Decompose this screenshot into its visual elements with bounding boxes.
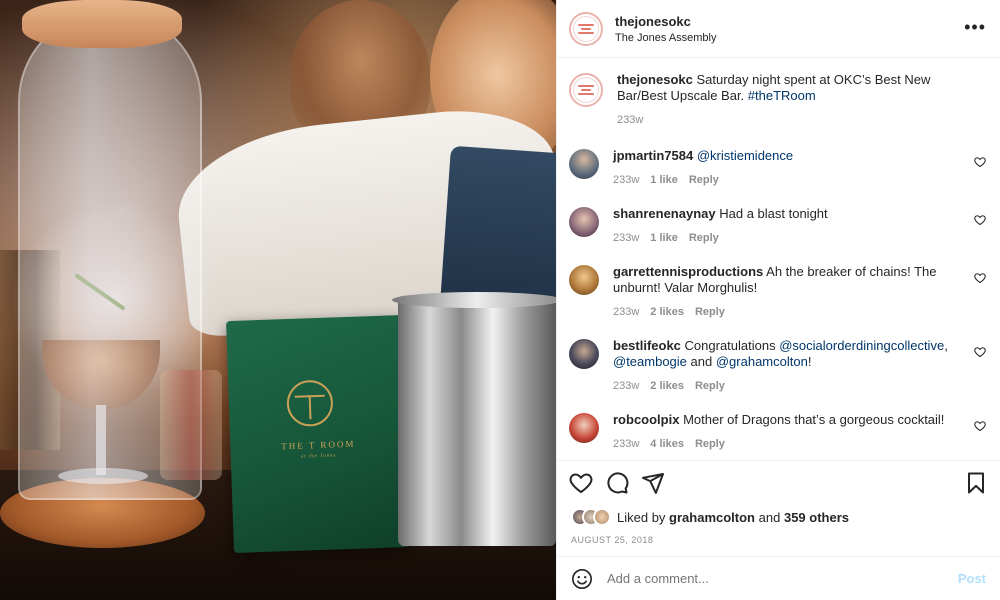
liked-by-prefix: Liked by — [617, 509, 666, 525]
instagram-post-modal: THE T ROOM at the Jones thejonesokc The … — [0, 0, 1000, 600]
comment-body: robcoolpix Mother of Dragons that’s a go… — [613, 412, 963, 452]
jones-logo — [573, 77, 599, 103]
spice-jar — [160, 370, 222, 480]
post-location[interactable]: The Jones Assembly — [615, 32, 717, 44]
emoji-icon[interactable] — [571, 568, 593, 590]
comment-item: bestlifeokc Congratulations @socialorder… — [569, 338, 988, 394]
comment-username[interactable]: bestlifeokc — [613, 338, 681, 353]
menu-subtitle: at the Jones — [301, 453, 337, 460]
comment-body: jpmartin7584 @kristiemidence 233w 1 like… — [613, 148, 963, 188]
caption-body: thejonesokc Saturday night spent at OKC’… — [617, 72, 967, 128]
caption-avatar[interactable] — [569, 73, 603, 107]
commenter-avatar[interactable] — [569, 413, 599, 443]
comment-username[interactable]: shanrenenaynay — [613, 206, 716, 221]
comment-item: robcoolpix Mother of Dragons that’s a go… — [569, 412, 988, 452]
comment-username[interactable]: jpmartin7584 — [613, 148, 693, 163]
comment-time[interactable]: 233w — [613, 378, 639, 394]
ice-bucket — [398, 296, 556, 546]
reply-button[interactable]: Reply — [695, 304, 725, 320]
comment-icon[interactable] — [605, 471, 629, 495]
comment-like-heart-icon[interactable] — [974, 272, 986, 284]
comment-like-heart-icon[interactable] — [974, 346, 986, 358]
comment-mention[interactable]: @grahamcolton — [716, 354, 808, 369]
caption-username[interactable]: thejonesokc — [617, 72, 693, 87]
comment-likes[interactable]: 2 likes — [650, 304, 684, 320]
comment-meta: 233w 1 like Reply — [613, 172, 963, 188]
comment-body: shanrenenaynay Had a blast tonight 233w … — [613, 206, 963, 246]
comment-like-heart-icon[interactable] — [974, 420, 986, 432]
liked-by-user[interactable]: grahamcolton — [669, 510, 755, 525]
bookmark-icon[interactable] — [964, 471, 988, 495]
comment-item: jpmartin7584 @kristiemidence 233w 1 like… — [569, 148, 988, 188]
post-side-panel: thejonesokc The Jones Assembly ••• thejo… — [556, 0, 1000, 600]
comment-mention[interactable]: @teambogie — [613, 354, 687, 369]
comment-punct: , — [944, 338, 948, 353]
comment-time[interactable]: 233w — [613, 230, 639, 246]
comment-end: ! — [807, 354, 812, 369]
account-avatar[interactable] — [569, 11, 603, 46]
comment-and: and — [690, 354, 713, 369]
jones-logo — [573, 15, 599, 42]
comment-body: garrettennisproductions Ah the breaker o… — [613, 264, 963, 320]
comment-time[interactable]: 233w — [613, 172, 639, 188]
comment-username[interactable]: robcoolpix — [613, 412, 679, 427]
header-text: thejonesokc The Jones Assembly — [615, 14, 717, 44]
comment-username[interactable]: garrettennisproductions — [613, 264, 763, 279]
comments-list: thejonesokc Saturday night spent at OKC’… — [557, 58, 1000, 460]
comment-input[interactable] — [607, 571, 958, 586]
comment-text: Congratulations — [684, 338, 776, 353]
comment-text: Mother of Dragons that’s a gorgeous cock… — [683, 412, 945, 427]
comment-mention[interactable]: @socialorderdiningcollective — [779, 338, 944, 353]
commenter-avatar[interactable] — [569, 339, 599, 369]
comment-likes[interactable]: 4 likes — [650, 436, 684, 452]
comment-meta: 233w 4 likes Reply — [613, 436, 963, 452]
bartender-hand — [22, 0, 182, 48]
caption-time[interactable]: 233w — [617, 112, 643, 128]
comment-like-heart-icon[interactable] — [974, 156, 986, 168]
comment-meta: 233w 2 likes Reply — [613, 378, 963, 394]
bar-menu-book: THE T ROOM at the Jones — [226, 314, 410, 554]
comment-like-heart-icon[interactable] — [974, 214, 986, 226]
post-actions — [557, 460, 1000, 504]
post-date[interactable]: AUGUST 25, 2018 — [557, 530, 1000, 550]
ice-bucket-rim — [392, 292, 556, 308]
t-room-emblem — [286, 379, 334, 428]
comment-item: shanrenenaynay Had a blast tonight 233w … — [569, 206, 988, 246]
comment-time[interactable]: 233w — [613, 436, 639, 452]
reply-button[interactable]: Reply — [689, 230, 719, 246]
liked-by-others[interactable]: 359 others — [784, 510, 849, 525]
caption-hashtag[interactable]: #theTRoom — [748, 88, 816, 103]
menu-title: THE T ROOM — [281, 438, 356, 452]
liker-avatar — [593, 508, 611, 526]
share-icon[interactable] — [641, 471, 665, 495]
reply-button[interactable]: Reply — [689, 172, 719, 188]
reply-button[interactable]: Reply — [695, 436, 725, 452]
comment-text: Had a blast tonight — [719, 206, 828, 221]
comment-item: garrettennisproductions Ah the breaker o… — [569, 264, 988, 320]
post-caption: thejonesokc Saturday night spent at OKC’… — [569, 72, 988, 128]
comment-likes[interactable]: 1 like — [650, 172, 678, 188]
post-header: thejonesokc The Jones Assembly ••• — [557, 0, 1000, 58]
comment-mention[interactable]: @kristiemidence — [697, 148, 793, 163]
commenter-avatar[interactable] — [569, 207, 599, 237]
commenter-avatar[interactable] — [569, 149, 599, 179]
liked-by-and: and — [758, 509, 781, 525]
account-username[interactable]: thejonesokc — [615, 14, 717, 29]
comment-time[interactable]: 233w — [613, 304, 639, 320]
reply-button[interactable]: Reply — [695, 378, 725, 394]
comment-meta: 233w 2 likes Reply — [613, 304, 963, 320]
liker-avatars[interactable] — [571, 508, 611, 526]
post-photo[interactable]: THE T ROOM at the Jones — [0, 0, 556, 600]
likes-summary: Liked by grahamcolton and 359 others — [557, 504, 1000, 530]
commenter-avatar[interactable] — [569, 265, 599, 295]
caption-meta: 233w — [617, 112, 967, 128]
heart-icon[interactable] — [569, 471, 593, 495]
add-comment-bar: Post — [557, 556, 1000, 600]
post-comment-button[interactable]: Post — [958, 571, 986, 586]
comment-meta: 233w 1 like Reply — [613, 230, 963, 246]
comment-likes[interactable]: 1 like — [650, 230, 678, 246]
comment-body: bestlifeokc Congratulations @socialorder… — [613, 338, 963, 394]
more-options-button[interactable]: ••• — [964, 18, 986, 36]
comment-likes[interactable]: 2 likes — [650, 378, 684, 394]
